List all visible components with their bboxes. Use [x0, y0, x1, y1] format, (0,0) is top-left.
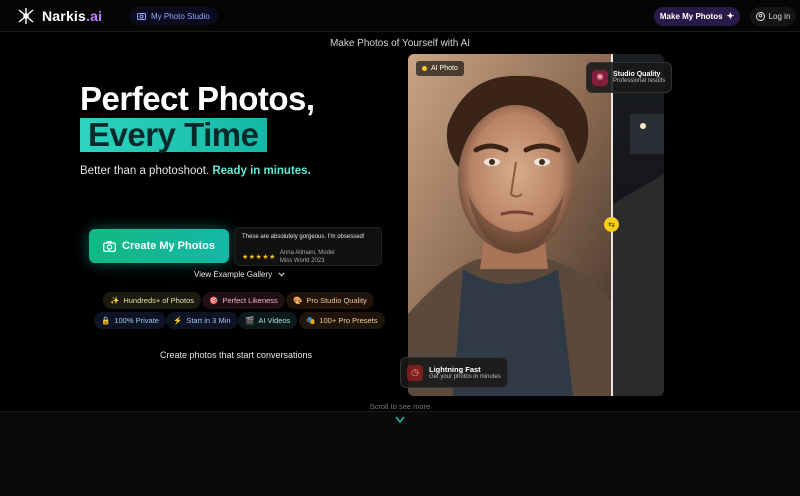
sparkle-icon: ✦	[726, 11, 735, 21]
hero-title-line2: Every Time	[80, 118, 267, 152]
portrait-image	[408, 54, 664, 396]
make-my-photos-button[interactable]: Make My Photos ✦	[654, 7, 740, 26]
brand-logo[interactable]: Narkis.ai	[16, 6, 102, 26]
lightning-fast-card: ◷ Lightning Fast Get your photos in minu…	[400, 357, 508, 388]
testimonial-role: Miss World 2023	[279, 258, 325, 264]
quality-title: Studio Quality	[613, 71, 661, 78]
top-nav: Narkis.ai My Photo Studio Make My Photos…	[0, 0, 800, 32]
my-photo-studio-link[interactable]: My Photo Studio	[129, 7, 218, 25]
cta-label: Create My Photos	[122, 240, 215, 252]
conversation-tagline: Create photos that start conversations	[159, 350, 313, 360]
badge-label: 100+ Pro Presets	[319, 316, 378, 325]
badge-ai-videos: 🎬 AI Videos	[238, 312, 298, 329]
clock-icon: ◷	[407, 364, 423, 381]
badge-label: Perfect Likeness	[222, 296, 278, 305]
before-after-photo[interactable]	[408, 54, 664, 396]
badge-label: AI Videos	[258, 316, 291, 325]
fast-subtitle: Get your photos in minutes	[429, 374, 501, 380]
fast-title: Lightning Fast	[429, 365, 481, 374]
testimonial-quote: These are absolutely gorgeous. I'm obses…	[242, 234, 365, 240]
camera-icon	[137, 13, 146, 20]
hero-title-line1: Perfect Photos,	[80, 80, 315, 117]
palette-icon: 🎨	[293, 296, 303, 305]
user-icon	[755, 12, 765, 21]
logo-icon	[18, 8, 34, 24]
testimonial-author: Anna Alimani, Model	[279, 250, 335, 256]
hero-tagline: Make Photos of Yourself with AI	[329, 38, 471, 49]
rating-stars: ★★★★★	[242, 254, 276, 261]
ai-tag-label: AI Photo	[431, 65, 458, 72]
compare-slider-handle[interactable]: ⇆	[604, 217, 619, 232]
make-button-label: Make My Photos	[659, 12, 723, 21]
badge-label: Hundreds+ of Photos	[123, 296, 195, 305]
quality-subtitle: Professional results	[613, 78, 666, 84]
brand-name: Narkis.ai	[42, 8, 103, 24]
badge-label: Start in 3 Min	[186, 316, 231, 325]
gallery-link-label: View Example Gallery	[194, 270, 273, 279]
testimonial-card: These are absolutely gorgeous. I'm obses…	[234, 227, 382, 266]
status-dot-icon	[422, 66, 427, 71]
ai-photo-tag: AI Photo	[416, 61, 464, 76]
create-my-photos-button[interactable]: Create My Photos	[89, 229, 229, 263]
view-example-gallery-link[interactable]: View Example Gallery	[194, 270, 285, 279]
lightning-icon: ⚡	[173, 316, 183, 325]
film-icon: 🎬	[245, 316, 255, 325]
sparkles-icon: ✨	[110, 296, 120, 305]
subtitle-highlight: Ready in minutes.	[212, 165, 311, 177]
badge-label: 100% Private	[114, 316, 159, 325]
theater-masks-icon: 🎭	[306, 316, 316, 325]
badge-pro-studio-quality: 🎨 Pro Studio Quality	[286, 292, 374, 309]
lock-icon: 🔒	[101, 316, 111, 325]
badge-100-private: 🔒 100% Private	[94, 312, 166, 329]
studio-quality-card: ✺ Studio Quality Professional results	[586, 62, 672, 93]
badge-label: Pro Studio Quality	[306, 296, 367, 305]
hero-subtitle: Better than a photoshoot. Ready in minut…	[80, 165, 311, 177]
target-icon: 🎯	[209, 296, 219, 305]
badge-perfect-likeness: 🎯 Perfect Likeness	[202, 292, 285, 309]
scroll-hint: Scroll to see more	[369, 402, 431, 411]
badge-hundreds-of-photos: ✨ Hundreds+ of Photos	[103, 292, 202, 309]
chevron-down-icon[interactable]	[394, 415, 406, 425]
camera-icon	[103, 240, 116, 252]
badge-start-in-3-min: ⚡ Start in 3 Min	[166, 312, 238, 329]
login-button[interactable]: Log in	[750, 7, 796, 26]
subtitle-prefix: Better than a photoshoot.	[80, 165, 210, 177]
studio-link-label: My Photo Studio	[151, 11, 210, 21]
aperture-icon: ✺	[592, 69, 608, 86]
swap-arrows-icon: ⇆	[608, 220, 615, 229]
chevron-down-icon	[278, 272, 285, 277]
badge-pro-presets: 🎭 100+ Pro Presets	[299, 312, 385, 329]
login-label: Log in	[768, 12, 791, 21]
